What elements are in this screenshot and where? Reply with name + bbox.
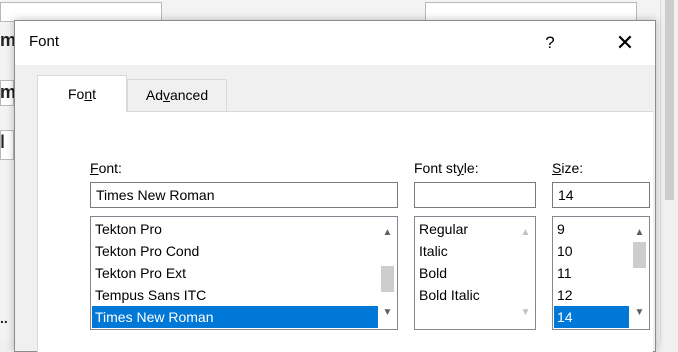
font-name-item[interactable]: Times New Roman [92,306,378,328]
size-label-accesskey: S [552,160,562,176]
background-text-fragment: ǀ [0,132,6,152]
tab-advanced-label-part: anced [169,87,209,103]
font-name-item[interactable]: Tekton Pro Ext [92,262,378,284]
size-label-part: ize: [561,160,584,176]
tab-font-label-part: Fo [67,86,85,102]
font-name-list[interactable]: Tekton Pro Tekton Pro Cond Tekton Pro Ext T… [90,216,398,330]
font-name-item[interactable]: Tekton Pro Cond [92,240,378,262]
font-style-item[interactable]: Bold [416,262,516,284]
font-size-list[interactable]: 9 10 11 12 14 ▲ ▼ [552,216,650,330]
tab-font[interactable]: Font [37,75,127,112]
scroll-up-icon[interactable]: ▲ [517,224,534,241]
font-size-list-scrollbar[interactable]: ▲ ▼ [631,218,648,328]
font-dialog: Font ? ✕ Font Advanced Font: Tekton ProT… [14,20,656,352]
tab-font-accesskey: n [84,86,93,102]
font-size-list-items: 9 10 11 12 14 [554,218,629,328]
tab-advanced-label-part: Ad [145,87,163,103]
font-size-input[interactable] [552,182,650,208]
font-style-label-part: le: [463,160,479,176]
font-style-item[interactable]: Italic [416,240,516,262]
font-size-item[interactable]: 11 [554,262,629,284]
font-style-item[interactable]: Bold Italic [416,284,516,306]
help-button[interactable]: ? [530,29,570,57]
font-style-label-part: Font st [414,160,457,176]
tab-advanced[interactable]: Advanced [127,79,227,112]
font-style-list-items: Regular Italic Bold Bold Italic [416,218,516,306]
scroll-down-icon[interactable]: ▼ [379,304,396,321]
font-style-label: Font style: [414,160,479,176]
font-list-scrollbar-thumb[interactable] [381,266,394,292]
font-size-item[interactable]: 12 [554,284,629,306]
scroll-up-icon[interactable]: ▲ [631,224,648,241]
font-label-part: ont: [98,160,122,176]
font-label-accesskey: F [90,160,99,176]
scroll-up-icon[interactable]: ▲ [379,224,396,241]
tab-advanced-accesskey: v [162,87,170,103]
background-scrollbar[interactable] [660,0,678,341]
font-size-item[interactable]: 10 [554,240,629,262]
scroll-down-icon[interactable]: ▼ [517,304,534,321]
dialog-title: Font [29,33,60,50]
font-tab-panel: Font: Tekton ProTekton Pro CondTekton Pr… [37,111,653,352]
background-field [425,2,637,22]
scroll-down-icon[interactable]: ▼ [631,304,648,321]
font-size-list-scrollbar-thumb[interactable] [633,242,646,268]
font-style-label-accesskey: y [456,160,464,176]
font-style-list-scrollbar[interactable]: ▲ ▼ [517,218,534,328]
font-name-input[interactable] [90,182,398,208]
close-button[interactable]: ✕ [605,29,645,57]
font-name-item[interactable]: Tekton Pro [92,218,378,240]
tab-font-label-part: t [92,86,97,102]
font-size-item[interactable]: 14 [554,306,629,328]
background-field [0,2,162,22]
dialog-titlebar[interactable]: Font ? ✕ [15,21,655,65]
font-label: Font: [90,160,122,176]
font-size-item[interactable]: 9 [554,218,629,240]
font-style-list[interactable]: Regular Italic Bold Bold Italic ▲ ▼ [414,216,536,330]
font-name-item[interactable]: Tempus Sans ITC [92,284,378,306]
font-style-input[interactable] [414,182,536,208]
size-label: Size: [552,160,583,176]
background-scrollbar-thumb[interactable] [665,0,674,200]
font-list-scrollbar[interactable]: ▲ ▼ [379,218,396,328]
font-name-list-items: Tekton Pro Tekton Pro Cond Tekton Pro Ext T… [92,218,378,328]
font-style-item[interactable]: Regular [416,218,516,240]
background-text-fragment: .. [0,310,8,326]
